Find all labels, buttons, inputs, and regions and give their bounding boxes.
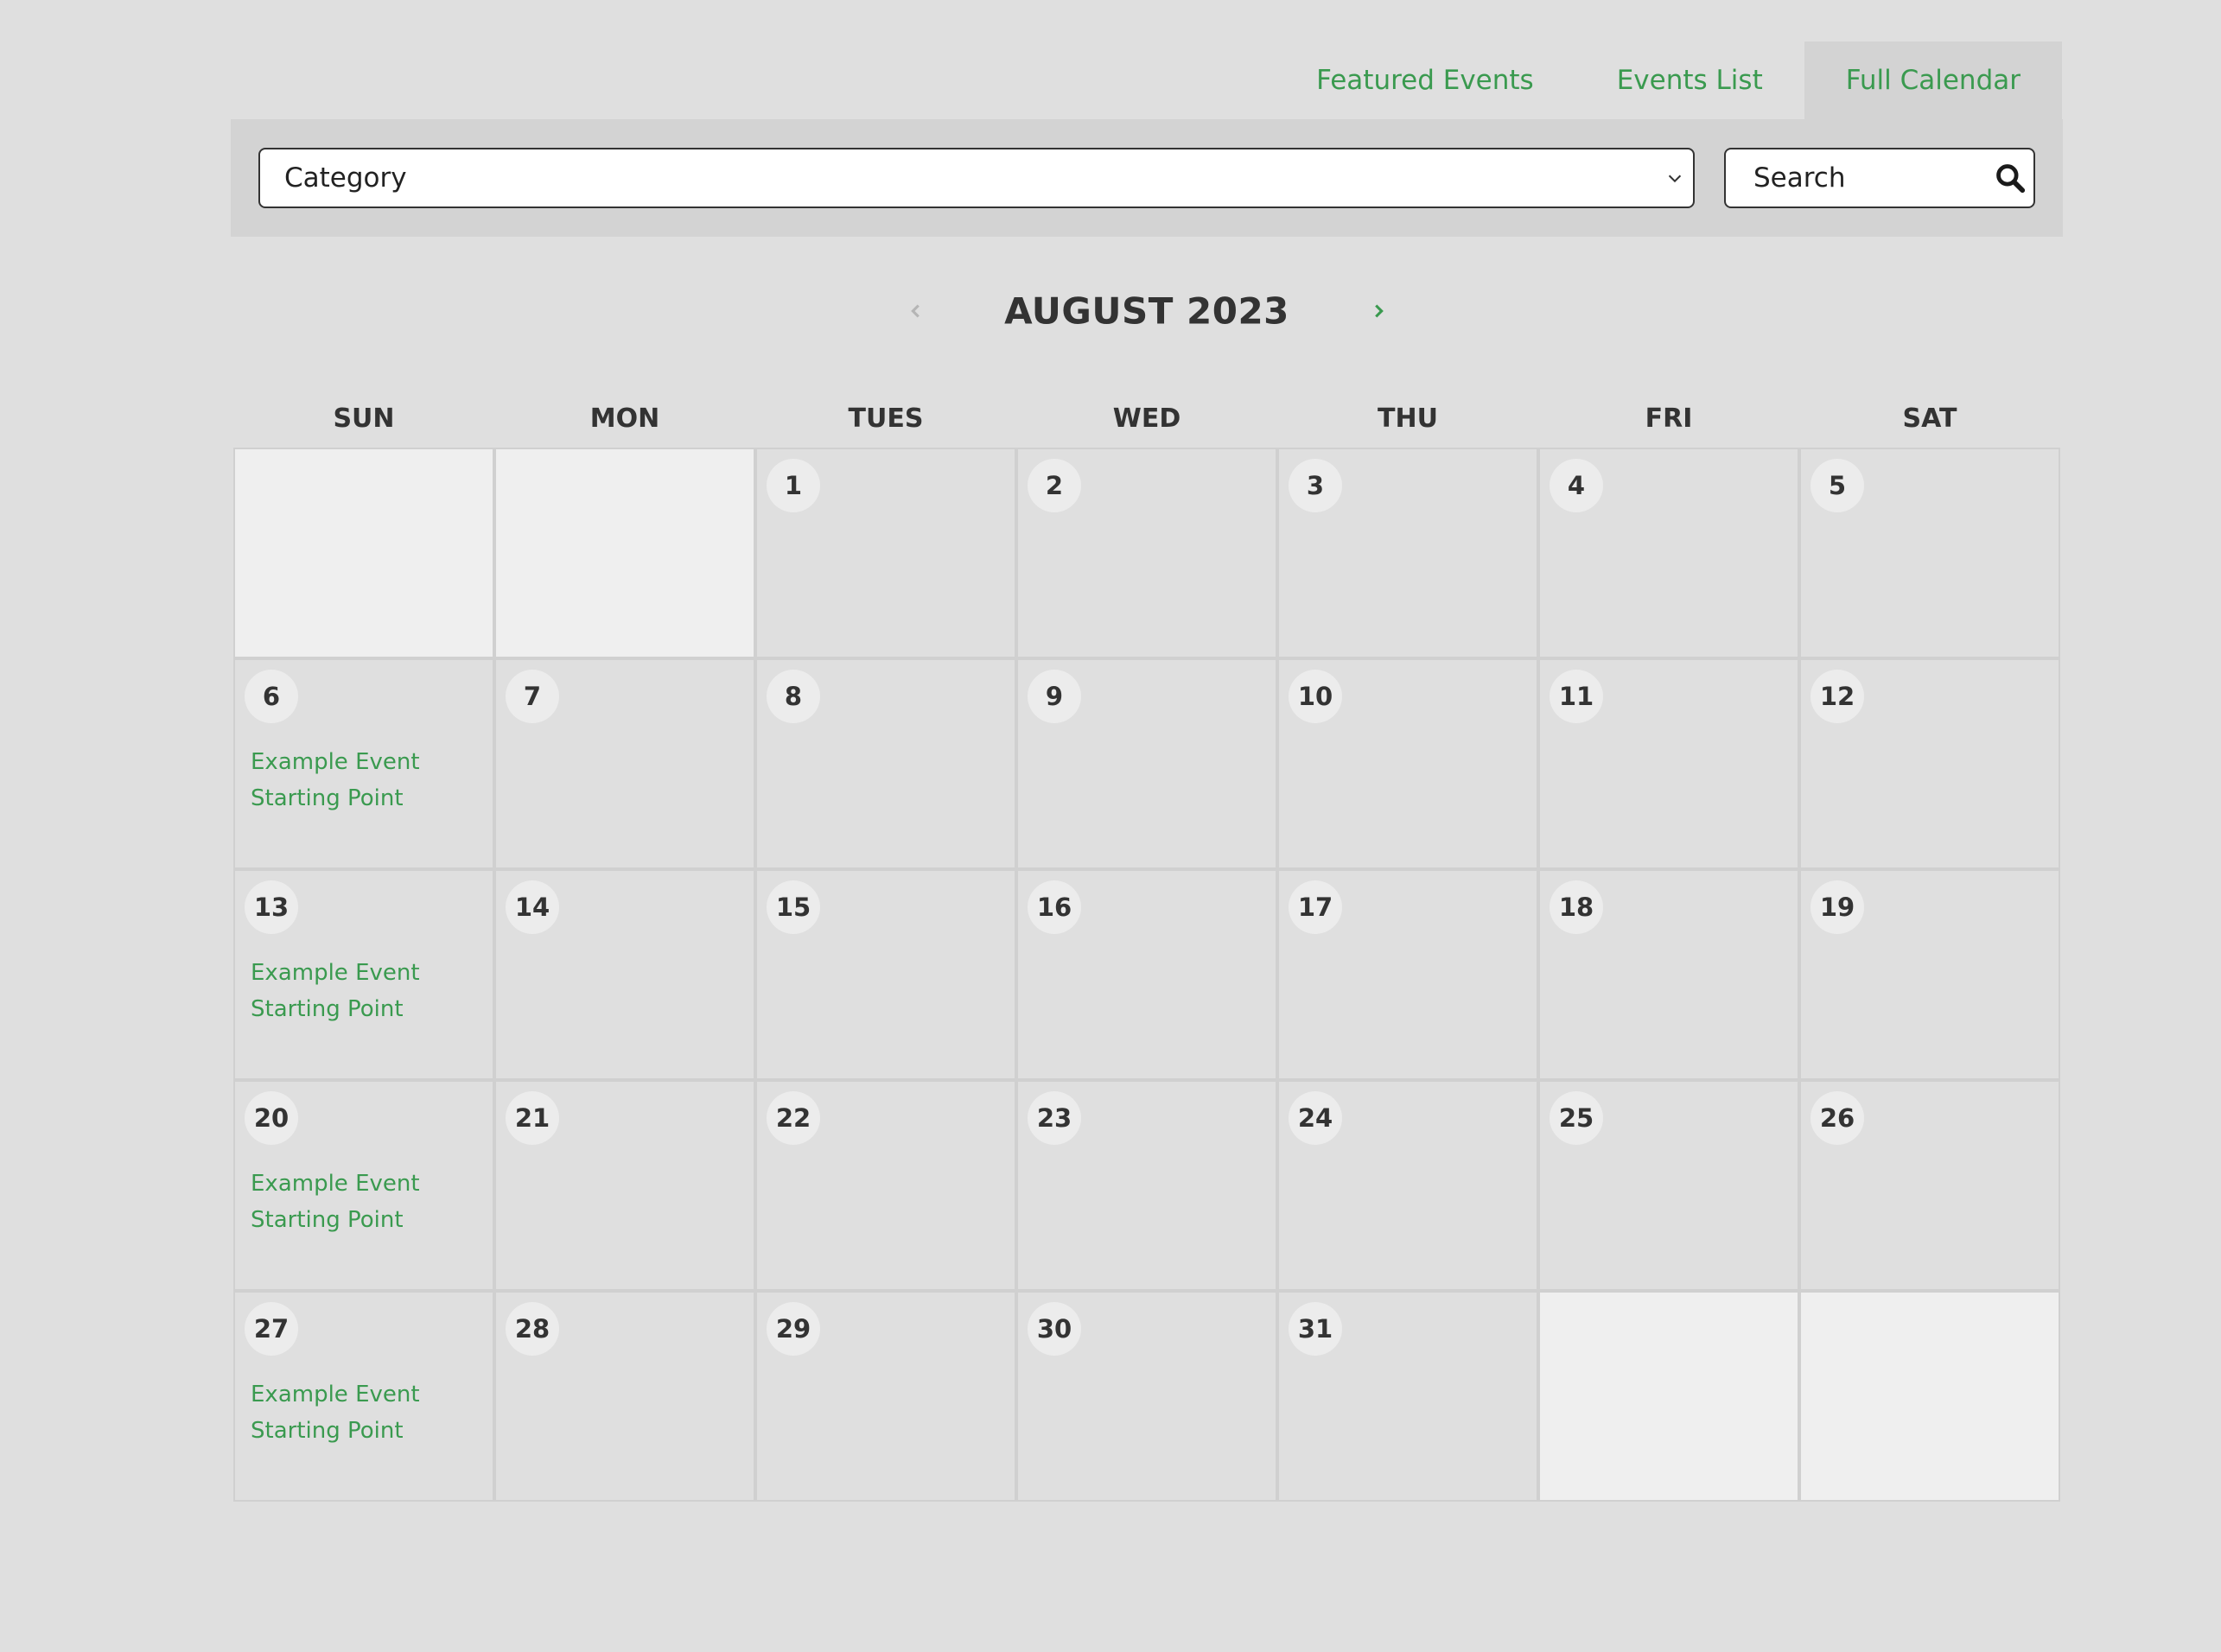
day-number: 21 [506, 1091, 559, 1145]
day-number: 27 [245, 1302, 298, 1356]
weekday-label: MON [589, 403, 660, 434]
chevron-left-icon [911, 304, 920, 318]
day-number: 24 [1289, 1091, 1342, 1145]
calendar-day-empty [1538, 1291, 1799, 1502]
calendar-day[interactable]: 19 [1799, 869, 2060, 1080]
calendar-day[interactable]: 14 [494, 869, 755, 1080]
calendar-day[interactable]: 17 [1277, 869, 1538, 1080]
calendar-day[interactable]: 25 [1538, 1080, 1799, 1291]
day-number: 6 [245, 670, 298, 723]
view-tabs: Featured Events Events List Full Calenda… [1275, 41, 2062, 119]
calendar-day-empty [1799, 1291, 2060, 1502]
day-number: 2 [1028, 459, 1081, 512]
event-link[interactable]: Example Event Starting Point [251, 955, 484, 1027]
day-number: 5 [1811, 459, 1864, 512]
calendar-day[interactable]: 2 [1016, 448, 1277, 658]
calendar-day[interactable]: 26 [1799, 1080, 2060, 1291]
category-select[interactable]: Category [258, 148, 1695, 208]
calendar-day[interactable]: 11 [1538, 658, 1799, 869]
weekday-label: SAT [1902, 403, 1957, 434]
day-number: 17 [1289, 880, 1342, 934]
tab-full-calendar[interactable]: Full Calendar [1804, 41, 2062, 119]
calendar-day[interactable]: 4 [1538, 448, 1799, 658]
calendar-day[interactable]: 10 [1277, 658, 1538, 869]
calendar-day[interactable]: 27 Example Event Starting Point [233, 1291, 494, 1502]
chevron-down-icon [1668, 175, 1682, 183]
day-number: 11 [1550, 670, 1603, 723]
month-navigation: AUGUST 2023 [0, 276, 2221, 346]
calendar-day[interactable]: 8 [755, 658, 1016, 869]
calendar-day[interactable]: 13 Example Event Starting Point [233, 869, 494, 1080]
weekday-header: SUN MON TUES WED THU FRI SAT [233, 389, 2060, 448]
calendar-grid: 1 2 3 4 5 6 Example Event Starting Point 7 8 9 10 1… [233, 448, 2060, 1502]
search-input[interactable]: Search [1724, 148, 2035, 208]
day-number: 14 [506, 880, 559, 934]
weekday-label: TUES [848, 403, 924, 434]
day-number: 8 [767, 670, 820, 723]
day-number: 3 [1289, 459, 1342, 512]
calendar-day-empty [494, 448, 755, 658]
calendar-day-empty [233, 448, 494, 658]
previous-month-button[interactable] [900, 295, 932, 327]
calendar-day[interactable]: 12 [1799, 658, 2060, 869]
calendar-day[interactable]: 30 [1016, 1291, 1277, 1502]
day-number: 25 [1550, 1091, 1603, 1145]
calendar-day[interactable]: 6 Example Event Starting Point [233, 658, 494, 869]
chevron-right-icon [1375, 304, 1384, 318]
weekday-label: WED [1112, 403, 1181, 434]
day-number: 4 [1550, 459, 1603, 512]
day-number: 18 [1550, 880, 1603, 934]
tab-events-list[interactable]: Events List [1575, 41, 1804, 119]
day-number: 23 [1028, 1091, 1081, 1145]
day-number: 31 [1289, 1302, 1342, 1356]
calendar-day[interactable]: 7 [494, 658, 755, 869]
calendar-day[interactable]: 5 [1799, 448, 2060, 658]
calendar-day[interactable]: 3 [1277, 448, 1538, 658]
calendar-day[interactable]: 20 Example Event Starting Point [233, 1080, 494, 1291]
calendar-day[interactable]: 18 [1538, 869, 1799, 1080]
day-number: 22 [767, 1091, 820, 1145]
event-link[interactable]: Example Event Starting Point [251, 1376, 484, 1449]
day-number: 10 [1289, 670, 1342, 723]
calendar-day[interactable]: 23 [1016, 1080, 1277, 1291]
weekday-label: FRI [1645, 403, 1693, 434]
calendar-day[interactable]: 31 [1277, 1291, 1538, 1502]
calendar-day[interactable]: 9 [1016, 658, 1277, 869]
search-icon[interactable] [1994, 162, 2027, 194]
day-number: 19 [1811, 880, 1864, 934]
day-number: 28 [506, 1302, 559, 1356]
day-number: 12 [1811, 670, 1864, 723]
calendar-day[interactable]: 21 [494, 1080, 755, 1291]
day-number: 29 [767, 1302, 820, 1356]
tab-featured-events[interactable]: Featured Events [1275, 41, 1575, 119]
day-number: 20 [245, 1091, 298, 1145]
filter-bar: Category Search [231, 119, 2063, 237]
weekday-label: THU [1378, 403, 1438, 434]
calendar-day[interactable]: 16 [1016, 869, 1277, 1080]
calendar-day[interactable]: 29 [755, 1291, 1016, 1502]
calendar: SUN MON TUES WED THU FRI SAT 1 2 3 4 5 6 Examp… [233, 389, 2060, 1502]
calendar-day[interactable]: 22 [755, 1080, 1016, 1291]
event-link[interactable]: Example Event Starting Point [251, 1166, 484, 1238]
event-link[interactable]: Example Event Starting Point [251, 744, 484, 816]
day-number: 15 [767, 880, 820, 934]
day-number: 13 [245, 880, 298, 934]
day-number: 26 [1811, 1091, 1864, 1145]
weekday-label: SUN [333, 403, 395, 434]
calendar-day[interactable]: 15 [755, 869, 1016, 1080]
day-number: 7 [506, 670, 559, 723]
day-number: 16 [1028, 880, 1081, 934]
calendar-day[interactable]: 28 [494, 1291, 755, 1502]
month-title: AUGUST 2023 [1004, 289, 1289, 333]
calendar-day[interactable]: 1 [755, 448, 1016, 658]
category-select-value: Category [284, 162, 407, 194]
search-placeholder: Search [1753, 162, 1846, 194]
day-number: 30 [1028, 1302, 1081, 1356]
calendar-day[interactable]: 24 [1277, 1080, 1538, 1291]
next-month-button[interactable] [1363, 295, 1394, 327]
day-number: 9 [1028, 670, 1081, 723]
day-number: 1 [767, 459, 820, 512]
